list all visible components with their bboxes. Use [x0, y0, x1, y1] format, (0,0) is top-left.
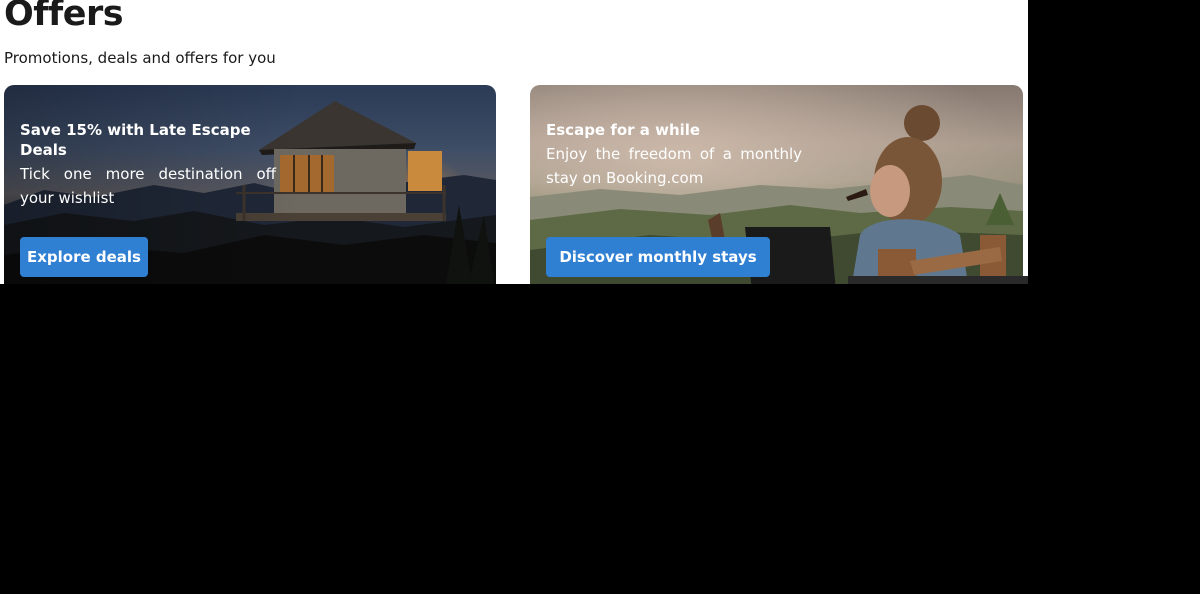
- offer-card-monthly-stays[interactable]: Escape for a while Enjoy the freedom of …: [530, 85, 1023, 284]
- offer-card-description: Tick one more destination off your wishl…: [20, 165, 276, 207]
- explore-deals-button[interactable]: Explore deals: [20, 237, 148, 277]
- page-title: Offers: [4, 0, 124, 34]
- offer-card-title: Save 15% with Late Escape Deals: [20, 121, 251, 159]
- offer-card-text: Save 15% with Late Escape Deals Tick one…: [20, 120, 276, 210]
- offer-card-text: Escape for a while Enjoy the freedom of …: [546, 120, 802, 190]
- offers-section: Offers Promotions, deals and offers for …: [0, 0, 1028, 284]
- discover-monthly-stays-button[interactable]: Discover monthly stays: [546, 237, 770, 277]
- offer-card-title: Escape for a while: [546, 121, 701, 139]
- overlay-panel-edge: [848, 276, 1028, 284]
- offer-card-description: Enjoy the freedom of a monthly stay on B…: [546, 145, 802, 187]
- offer-card-late-escape[interactable]: Save 15% with Late Escape Deals Tick one…: [4, 85, 496, 284]
- page-subtitle: Promotions, deals and offers for you: [4, 49, 276, 67]
